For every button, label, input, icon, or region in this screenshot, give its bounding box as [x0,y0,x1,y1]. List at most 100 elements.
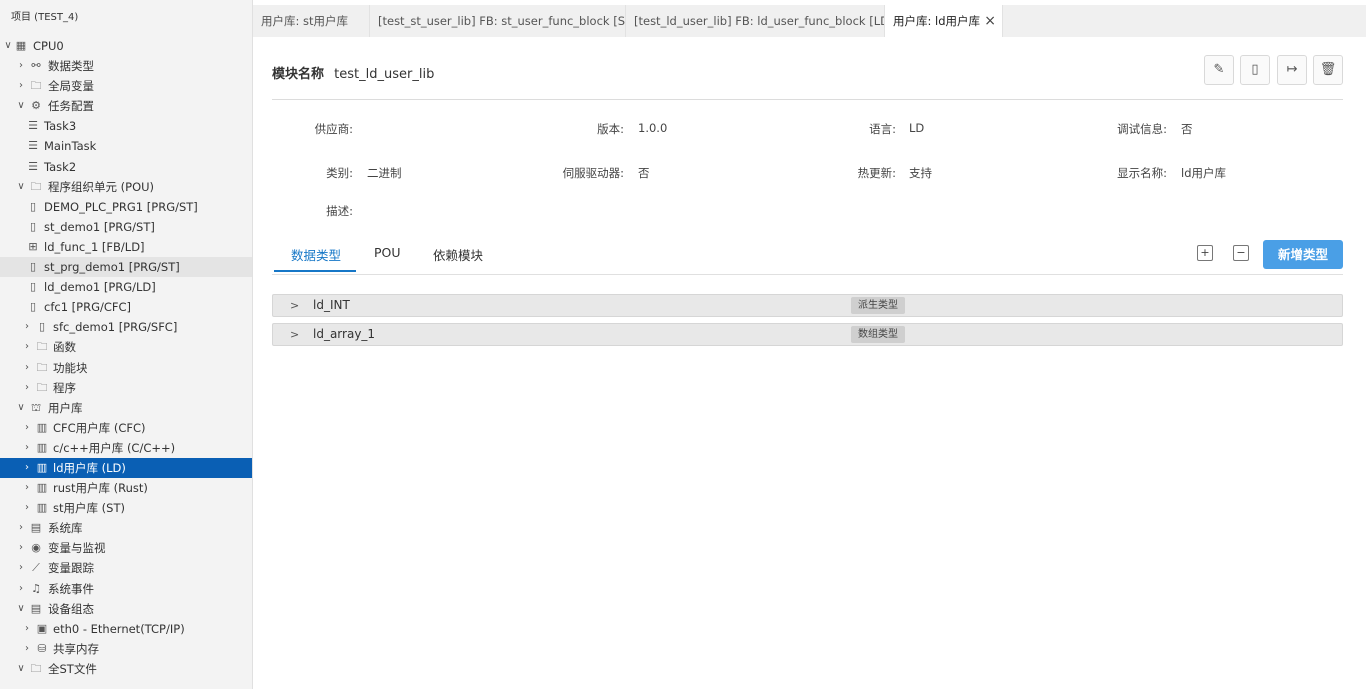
tree-item[interactable]: ∨ ⛫ 用户库 [0,398,252,418]
chevron-right-icon[interactable]: › [16,538,26,558]
type-row[interactable]: > ld_INT 派生类型 [272,294,1343,317]
tree-item[interactable]: ⊞ ld_func_1 [FB/LD] [0,237,252,257]
chevron-right-icon[interactable]: › [16,76,26,96]
tree-item[interactable]: ∨ 🗀 程序组织单元 (POU) [0,177,252,197]
tab-st-user-lib[interactable]: 用户库: st用户库 [253,5,370,37]
close-icon[interactable]: × [984,5,996,37]
tree-item[interactable]: ▯ st_demo1 [PRG/ST] [0,217,252,237]
tree-item[interactable]: › ▥ CFC用户库 (CFC) [0,418,252,438]
edit-button[interactable]: ✎ [1204,55,1234,85]
chevron-right-icon[interactable]: › [16,558,26,578]
chevron-right-icon[interactable]: › [16,518,26,538]
tree-item[interactable]: › ▥ ld用户库 (LD) [0,457,252,479]
tree-item[interactable]: › ▥ rust用户库 (Rust) [0,478,252,498]
tree-item[interactable]: ☰ Task3 [0,116,252,136]
chevron-right-icon[interactable]: › [22,478,32,498]
tree-item[interactable]: › ⚯ 数据类型 [0,56,252,76]
category-label: 类别: [326,166,353,180]
tree-item[interactable]: › 🗀 全局变量 [0,76,252,96]
tab-ld-user-func-block[interactable]: [test_ld_user_lib] FB: ld_user_func_bloc… [626,5,885,37]
delete-button[interactable]: 🗑 [1313,55,1343,85]
tree-item-label: CPU0 [33,39,64,53]
chevron-right-icon[interactable]: › [22,619,32,639]
tree-item[interactable]: › ▯ sfc_demo1 [PRG/SFC] [0,317,252,337]
book-icon: ▥ [36,460,48,474]
tree-item[interactable]: › 🗀 功能块 [0,358,252,378]
export-button[interactable]: ↦ [1277,55,1307,85]
tree-item-label: MainTask [44,139,97,154]
folder-icon: 🗀 [30,179,42,193]
module-name-label: 模块名称 [272,67,325,82]
tree-item[interactable]: ▯ st_prg_demo1 [PRG/ST] [0,257,252,278]
folder-icon: 🗀 [36,360,48,374]
tree-item[interactable]: ▯ ld_demo1 [PRG/LD] [0,277,252,297]
chevron-right-icon[interactable]: › [22,438,32,458]
module-title: 模块名称 test_ld_user_lib [272,63,434,82]
chevron-right-icon[interactable]: › [22,639,32,659]
tree-item[interactable]: ▯ cfc1 [PRG/CFC] [0,297,252,317]
add-type-button[interactable]: 新增类型 [1263,240,1343,269]
tree-item[interactable]: › 🗀 程序 [0,378,252,398]
chevron-down-icon[interactable]: ∨ [3,36,13,56]
chevron-down-icon[interactable]: ∨ [16,96,26,116]
program-file-icon: ▯ [29,219,37,233]
tree-item[interactable]: ∨ ▤ 设备组态 [0,599,252,619]
chevron-right-icon[interactable]: › [22,458,32,478]
tree-item[interactable]: › ⛁ 共享内存 [0,639,252,659]
tree-item[interactable]: › ▤ 系统库 [0,518,252,538]
collapse-all-button[interactable]: − [1233,245,1249,261]
collapse-all-icon: − [1236,246,1246,259]
chevron-right-icon[interactable]: › [22,358,32,378]
chevron-right-icon[interactable]: > [290,295,299,316]
subtab-pou[interactable]: POU [374,245,401,271]
tree-item[interactable]: › ▥ st用户库 (ST) [0,498,252,518]
tree-item[interactable]: › ⟋ 变量跟踪 [0,558,252,578]
program-file-icon: ▯ [38,320,46,334]
subtab-dependencies[interactable]: 依赖模块 [433,245,483,271]
chevron-right-icon[interactable]: › [22,378,32,398]
tree-item-label: 全ST文件 [48,661,97,676]
task-list-icon: ☰ [28,159,38,173]
tree-item[interactable]: › ◉ 变量与监视 [0,538,252,558]
debug-info-value: 否 [1181,122,1193,136]
chevron-right-icon[interactable]: › [22,498,32,518]
program-file-icon: ▯ [29,260,37,274]
tree-item[interactable]: ▯ DEMO_PLC_PRG1 [PRG/ST] [0,197,252,217]
servo-driver-value: 否 [638,166,650,180]
chevron-right-icon[interactable]: › [22,317,32,337]
chevron-down-icon[interactable]: ∨ [16,659,26,679]
subtab-data-types[interactable]: 数据类型 [291,245,341,271]
chevron-right-icon[interactable]: › [22,418,32,438]
chevron-right-icon[interactable]: › [22,337,32,357]
tree-item-label: ld_func_1 [FB/LD] [44,239,145,254]
chevron-down-icon[interactable]: ∨ [16,177,26,197]
project-explorer: 项目 (TEST_4) ∨ ▦ CPU0 › ⚯ 数据类型 › 🗀 全局变量 ∨ ⚙ 任务配置 ☰ Tas… [0,0,253,689]
tree-item-label: 系统事件 [48,581,94,596]
expand-all-button[interactable]: + [1197,245,1213,261]
type-row[interactable]: > ld_array_1 数组类型 [272,323,1343,346]
tab-ld-user-lib[interactable]: 用户库: ld用户库 × [885,5,1003,37]
file-button[interactable]: ▯ [1240,55,1270,85]
tab-label: [test_ld_user_lib] FB: ld_user_func_bloc… [634,14,885,28]
type-badge: 数组类型 [851,326,905,343]
eye-icon: ◉ [31,541,41,555]
chevron-down-icon[interactable]: ∨ [16,599,26,619]
tree-item[interactable]: ∨ ⚙ 任务配置 [0,96,252,116]
tree-item[interactable]: ∨ 🗀 全ST文件 [0,659,252,679]
chevron-right-icon[interactable]: > [290,324,299,345]
tree-item[interactable]: ☰ Task2 [0,157,252,177]
chevron-right-icon[interactable]: › [16,579,26,599]
tab-st-user-func-block[interactable]: [test_st_user_lib] FB: st_user_func_bloc… [370,5,626,37]
editor-tab-bar: 用户库: st用户库 [test_st_user_lib] FB: st_use… [253,5,1366,37]
tree-item-label: rust用户库 (Rust) [53,481,148,496]
folder-icon: 🗀 [30,79,42,93]
tree-item[interactable]: › ▣ eth0 - Ethernet(TCP/IP) [0,619,252,639]
servo-driver-label: 伺服驱动器: [562,166,624,180]
tree-item[interactable]: › ▥ c/c++用户库 (C/C++) [0,438,252,458]
tree-item[interactable]: ∨ ▦ CPU0 [0,36,252,56]
chevron-down-icon[interactable]: ∨ [16,398,26,418]
tree-item[interactable]: › ♫ 系统事件 [0,579,252,599]
chevron-right-icon[interactable]: › [16,56,26,76]
tree-item[interactable]: › 🗀 函数 [0,337,252,357]
tree-item[interactable]: ☰ MainTask [0,136,252,156]
